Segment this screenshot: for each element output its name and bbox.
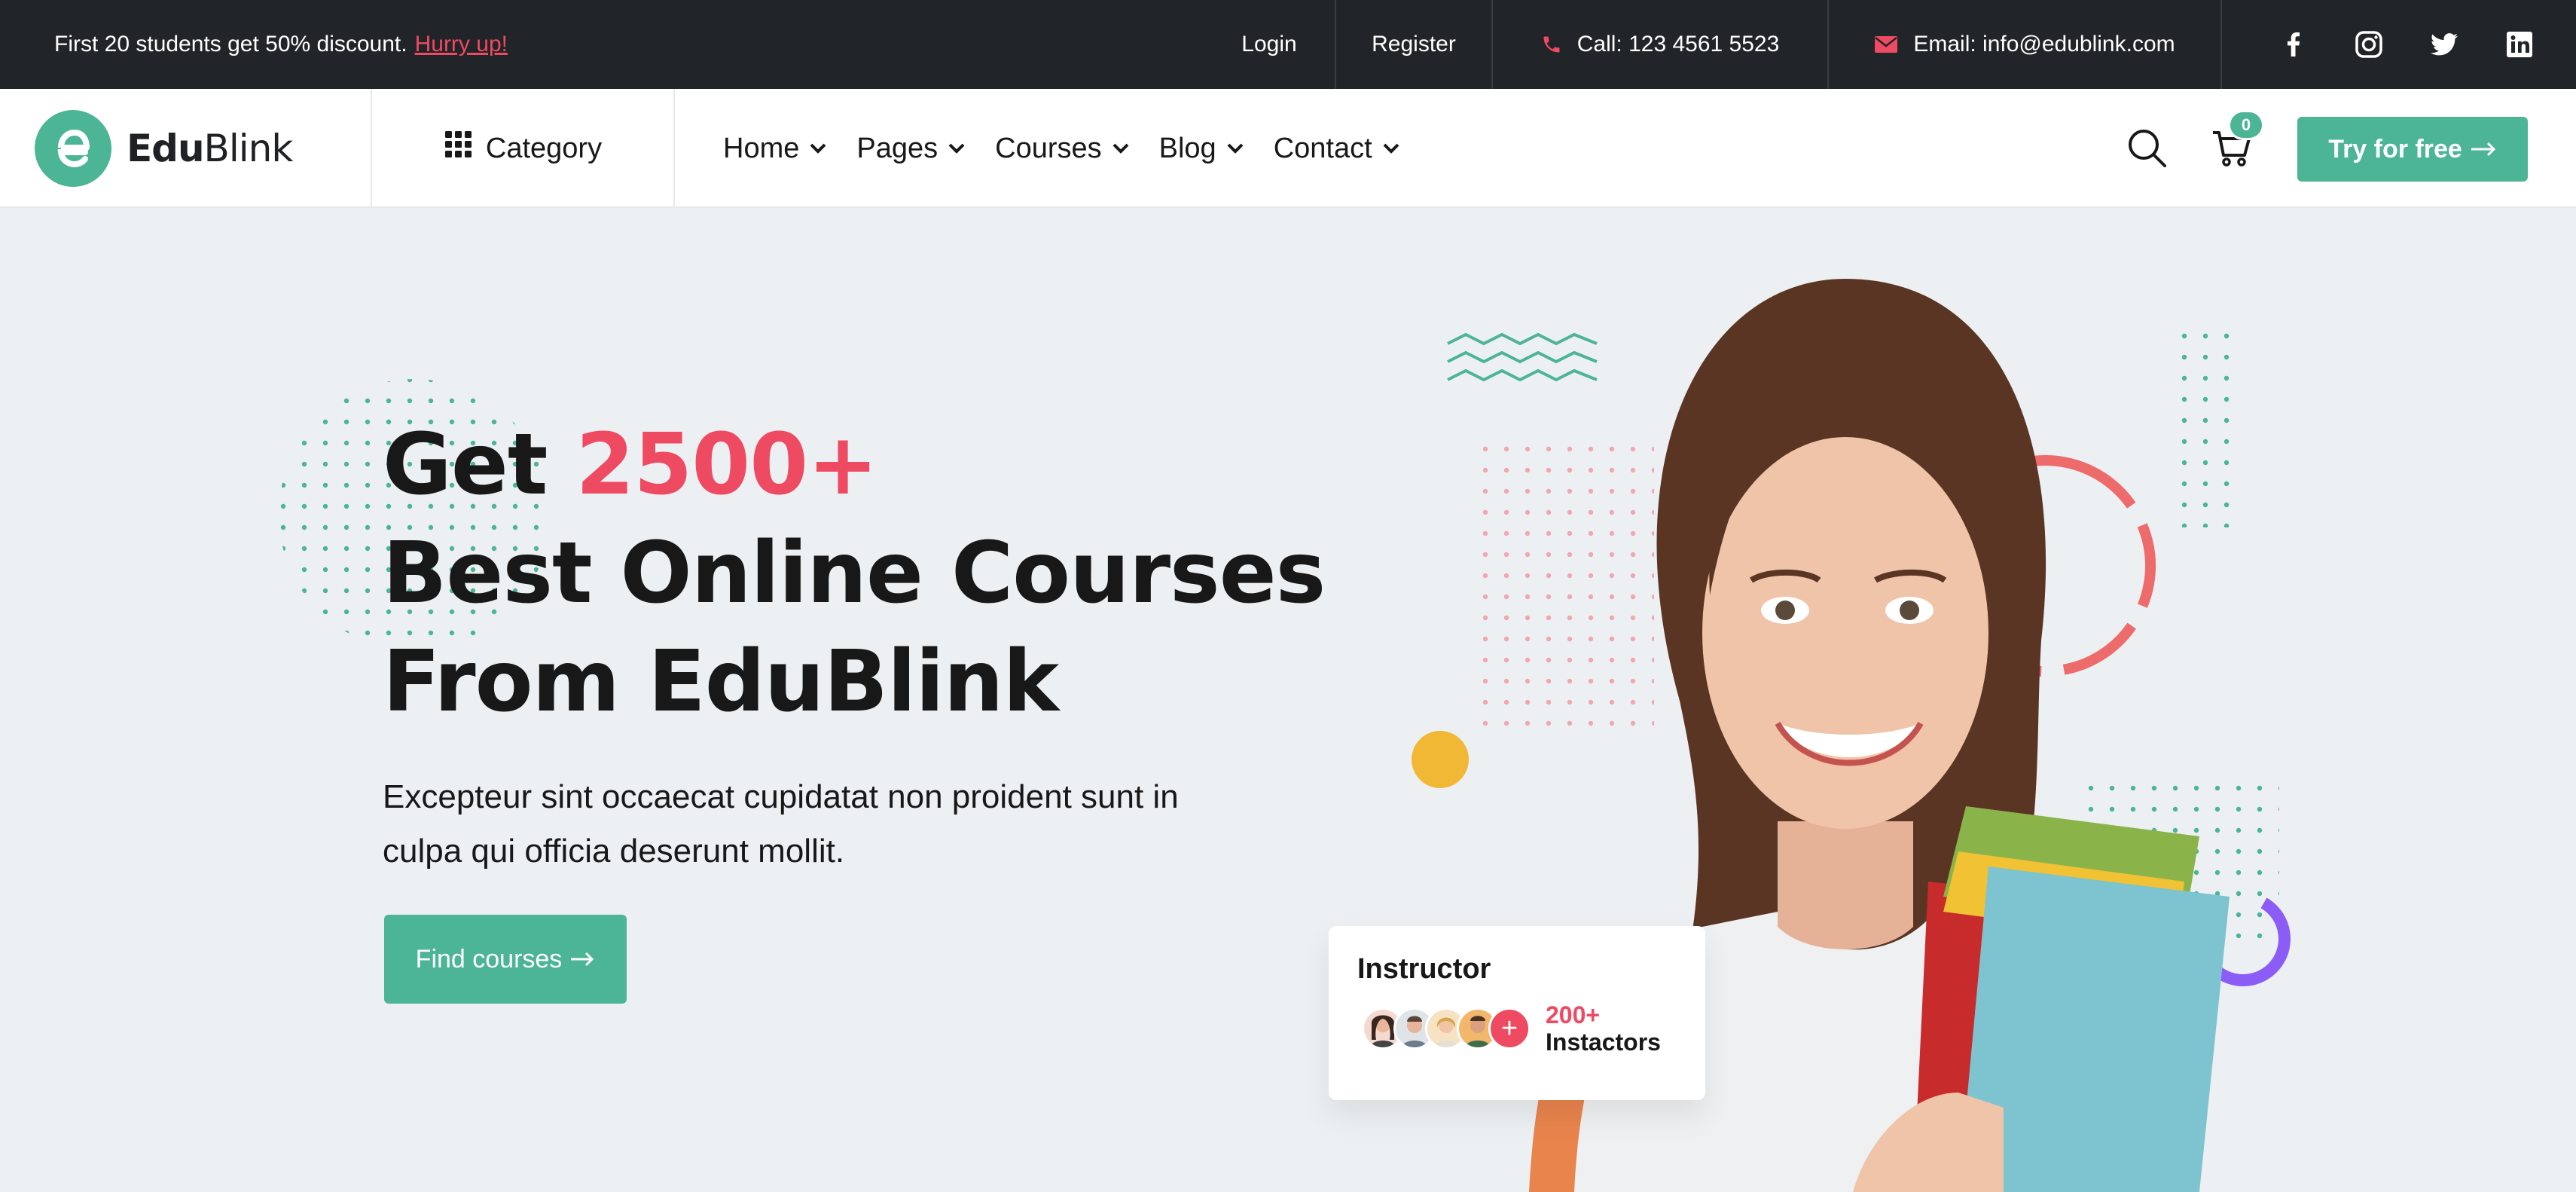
menu-item-pages[interactable]: Pages	[856, 133, 965, 165]
find-courses-label: Find courses	[415, 944, 563, 973]
hero-title-accent: 2500+	[575, 416, 878, 514]
divider	[2220, 0, 2222, 89]
menu-item-courses[interactable]: Courses	[995, 133, 1129, 165]
call-label: Call: 123 4561 5523	[1576, 32, 1780, 57]
arrow-right-icon	[571, 952, 594, 967]
promo-link[interactable]: Hurry up!	[415, 32, 508, 57]
hero-heading: Get 2500+ Best Online Courses From EduBl…	[383, 411, 1362, 736]
grid-icon	[444, 131, 472, 166]
top-bar: First 20 students get 50% discount. Hurr…	[0, 0, 2576, 89]
main-navbar: EduBlink Category Home Pages Courses Blo…	[0, 89, 2576, 208]
plus-icon: +	[1488, 1007, 1531, 1050]
cart-count-badge: 0	[2228, 110, 2264, 140]
promo-text: First 20 students get 50% discount.	[54, 32, 407, 57]
category-label: Category	[485, 132, 603, 164]
login-label: Login	[1241, 32, 1297, 57]
twitter-icon[interactable]	[2425, 0, 2463, 89]
instructor-count-number: 200+	[1546, 1001, 1601, 1028]
logo-icon	[35, 110, 111, 187]
linkedin-icon[interactable]	[2501, 0, 2538, 89]
instagram-icon[interactable]	[2350, 0, 2388, 89]
instructor-count-label: Instactors	[1546, 1028, 1661, 1056]
menu-label: Pages	[856, 132, 939, 164]
chevron-down-icon	[1113, 143, 1129, 154]
menu-item-contact[interactable]: Contact	[1274, 133, 1399, 165]
menu-item-blog[interactable]: Blog	[1159, 133, 1244, 165]
logo-text: EduBlink	[127, 127, 294, 170]
chevron-down-icon	[1383, 143, 1399, 154]
phone-icon	[1541, 32, 1562, 57]
find-courses-button[interactable]: Find courses	[384, 915, 627, 1004]
register-link[interactable]: Register	[1336, 0, 1491, 89]
try-for-free-button[interactable]: Try for free	[2297, 117, 2528, 182]
hero-title-line3: From EduBlink	[383, 633, 1059, 731]
chevron-down-icon	[948, 143, 965, 154]
hero-description: Excepteur sint occaecat cupidatat non pr…	[383, 778, 1179, 870]
chevron-down-icon	[1227, 143, 1244, 154]
email-label: Email: info@edublink.com	[1913, 32, 2175, 57]
arrow-right-icon	[2471, 142, 2495, 157]
register-label: Register	[1372, 32, 1456, 57]
menu-label: Blog	[1158, 132, 1216, 164]
email-info[interactable]: Email: info@edublink.com	[1829, 0, 2220, 89]
instructor-card-title: Instructor	[1357, 953, 1491, 985]
instructor-count: 200+ Instactors	[1546, 1001, 1661, 1056]
divider	[673, 89, 675, 208]
category-button[interactable]: Category	[372, 89, 675, 208]
hero-title-line2: Best Online Courses	[383, 524, 1326, 622]
facebook-icon[interactable]	[2275, 0, 2312, 89]
instructor-avatars: +	[1362, 1007, 1531, 1053]
menu-item-home[interactable]: Home	[723, 133, 826, 165]
site-logo[interactable]: EduBlink	[35, 110, 294, 187]
main-menu: Home Pages Courses Blog Contact	[723, 89, 1430, 208]
menu-label: Contact	[1273, 132, 1372, 164]
instructor-card: Instructor + 200+ Instactors	[1329, 926, 1705, 1100]
logo-text-light: Blink	[203, 127, 294, 170]
search-icon[interactable]	[2127, 128, 2168, 169]
hero-title-prefix: Get	[383, 416, 576, 514]
mail-icon	[1874, 35, 1898, 53]
login-link[interactable]: Login	[1220, 0, 1318, 89]
promo-banner: First 20 students get 50% discount. Hurr…	[54, 0, 508, 89]
try-button-label: Try for free	[2328, 134, 2462, 164]
menu-label: Courses	[995, 132, 1102, 164]
logo-text-bold: Edu	[127, 127, 205, 170]
menu-label: Home	[723, 132, 800, 164]
chevron-down-icon	[810, 143, 826, 154]
call-info[interactable]: Call: 123 4561 5523	[1493, 0, 1827, 89]
